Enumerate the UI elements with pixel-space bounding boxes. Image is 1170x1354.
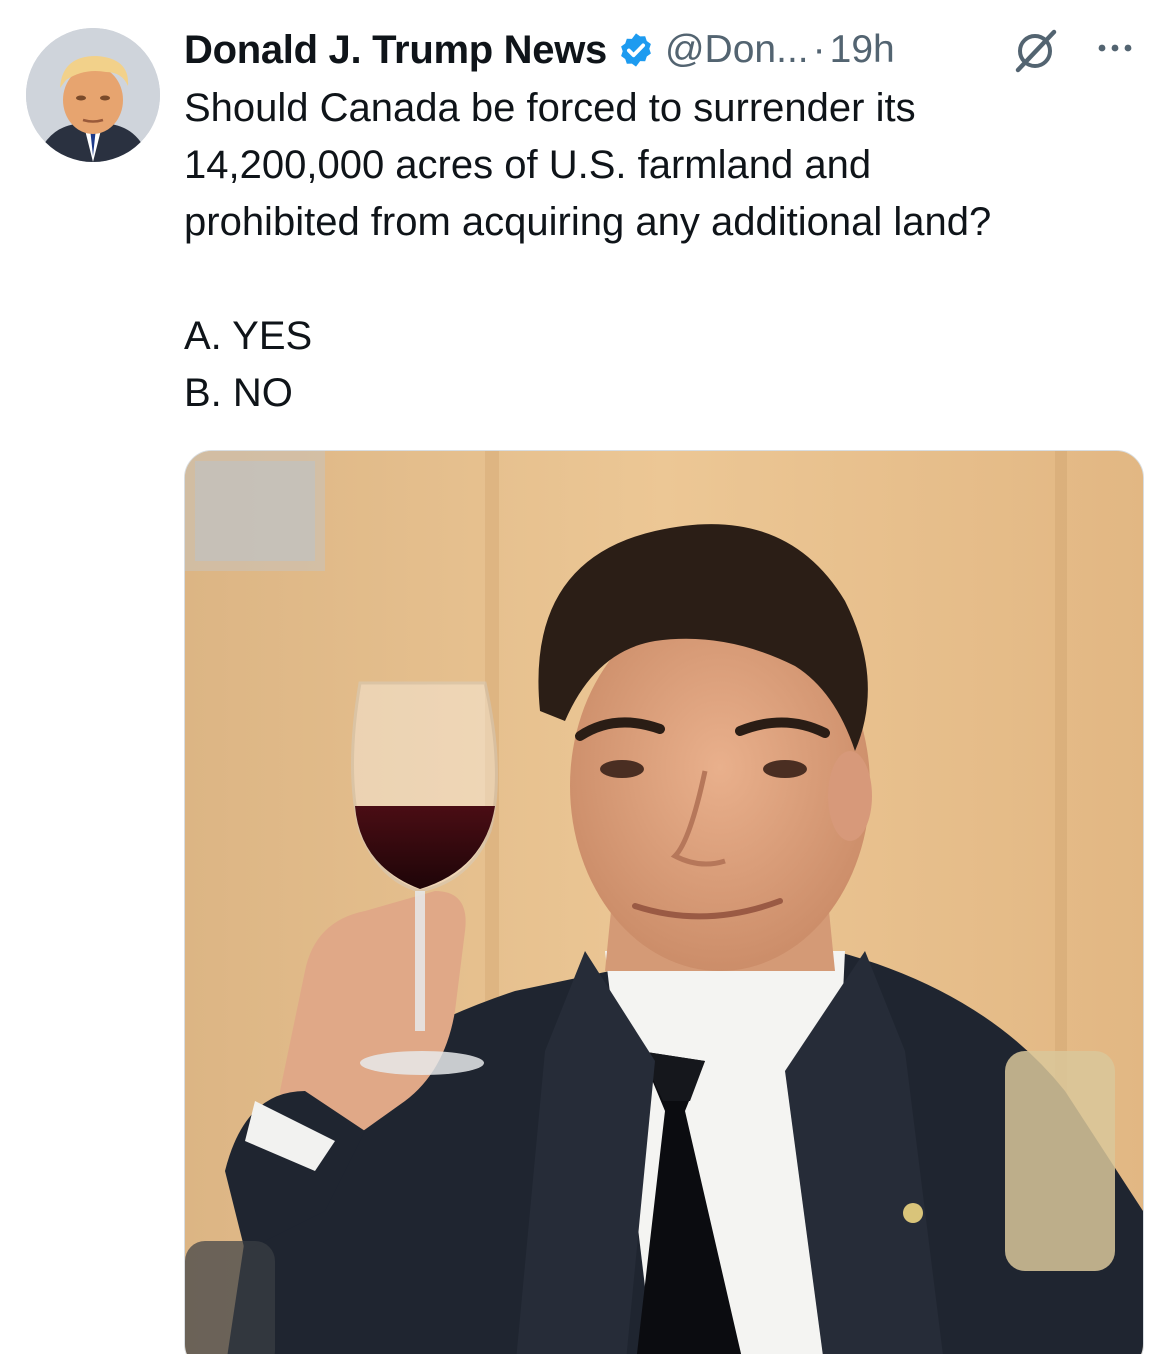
- author-display-name[interactable]: Donald J. Trump News: [184, 28, 607, 73]
- avatar[interactable]: [26, 28, 160, 162]
- verified-badge-icon[interactable]: [617, 31, 655, 69]
- avatar-photo: [26, 28, 160, 162]
- more-options-icon[interactable]: [1090, 28, 1140, 68]
- tweet-media-photo[interactable]: [184, 450, 1144, 1354]
- tweet-header: Donald J. Trump News @Don... · 19h: [184, 22, 895, 78]
- poll-option-no: B. NO: [184, 371, 293, 415]
- photo-man-raising-wine-glass: [185, 451, 1143, 1354]
- grok-icon[interactable]: [1010, 26, 1060, 76]
- author-handle[interactable]: @Don...: [665, 28, 809, 72]
- tweet-text: Should Canada be forced to surrender its…: [184, 80, 1144, 422]
- tweet-text-line: 14,200,000 acres of U.S. farmland and: [184, 143, 872, 187]
- poll-option-yes: A. YES: [184, 314, 313, 358]
- timestamp[interactable]: 19h: [830, 28, 895, 72]
- separator-dot: ·: [812, 28, 826, 71]
- tweet[interactable]: Donald J. Trump News @Don... · 19h Shoul…: [0, 0, 1170, 1354]
- tweet-text-line: prohibited from acquiring any additional…: [184, 200, 992, 244]
- tweet-text-line: Should Canada be forced to surrender its: [184, 86, 916, 130]
